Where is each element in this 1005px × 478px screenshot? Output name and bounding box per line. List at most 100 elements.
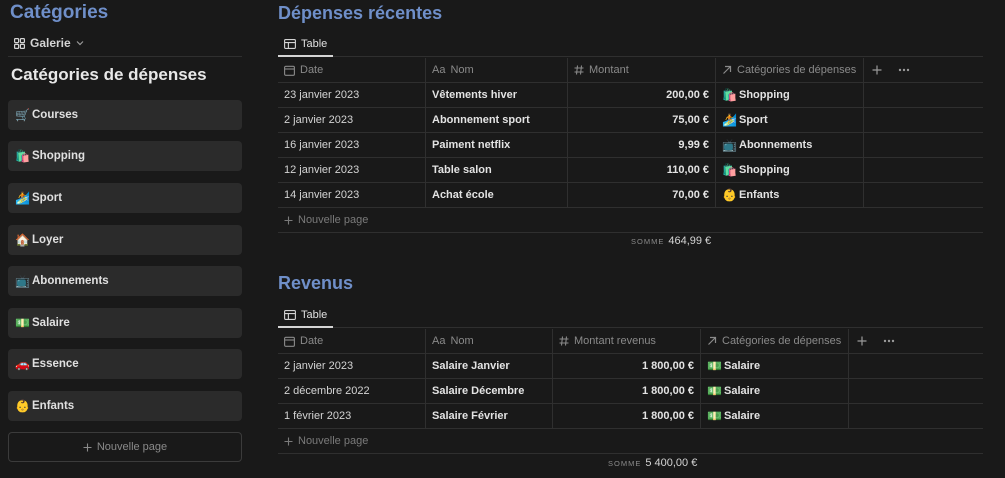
- expenses-view-tabs: Table: [278, 32, 983, 57]
- gallery-card-label: Sport: [32, 192, 63, 204]
- column-header-label: Catégories de dépenses: [737, 64, 857, 76]
- name-cell: Salaire Janvier: [426, 354, 553, 378]
- income-view-tabs: Table: [278, 303, 983, 328]
- gallery-card-salaire[interactable]: 💵 Salaire: [8, 308, 242, 338]
- table-row[interactable]: 2 décembre 2022 Salaire Décembre 1 800,0…: [278, 379, 983, 404]
- column-header-label: Catégories de dépenses: [722, 335, 842, 347]
- gallery-heading: Catégories de dépenses: [11, 65, 207, 84]
- category-cell: 🛍️ Shopping: [716, 158, 864, 182]
- column-header-label: Montant revenus: [574, 335, 656, 347]
- empty-cell: [849, 404, 983, 428]
- gallery-card-essence[interactable]: 🚗 Essence: [8, 349, 242, 379]
- more-options-icon[interactable]: [898, 68, 910, 72]
- column-header-category[interactable]: Catégories de dépenses: [701, 329, 849, 353]
- tab-label: Table: [301, 309, 328, 321]
- gallery-card-label: Shopping: [32, 150, 86, 162]
- empty-cell: [864, 83, 983, 107]
- gallery-card-enfants[interactable]: 👶 Enfants: [8, 391, 242, 421]
- add-property-button[interactable]: [857, 336, 867, 346]
- category-cell: 💵 Salaire: [701, 404, 849, 428]
- table-row[interactable]: 23 janvier 2023 Vêtements hiver 200,00 €…: [278, 83, 983, 108]
- new-page-row[interactable]: Nouvelle page: [278, 429, 983, 454]
- gallery-card-loyer[interactable]: 🏠 Loyer: [8, 225, 242, 255]
- empty-cell: [864, 133, 983, 157]
- column-header-amount[interactable]: Montant: [568, 58, 716, 82]
- column-header-label: Montant: [589, 64, 629, 76]
- shopping-bags-icon: 🛍️: [15, 149, 30, 163]
- gallery-card-shopping[interactable]: 🛍️ Shopping: [8, 141, 242, 171]
- sum-value: 5 400,00 €: [645, 457, 698, 469]
- tab-table[interactable]: Table: [278, 32, 334, 57]
- sum-label: SOMME: [608, 459, 642, 468]
- income-title: Revenus: [278, 273, 354, 293]
- column-header-date[interactable]: Date: [278, 58, 426, 82]
- new-page-button[interactable]: Nouvelle page: [8, 432, 242, 462]
- gallery-card-sport[interactable]: 🏄 Sport: [8, 183, 242, 213]
- gallery-card-courses[interactable]: 🛒 Courses: [8, 100, 242, 130]
- gallery-card-abonnements[interactable]: 📺 Abonnements: [8, 266, 242, 296]
- date-cell: 14 janvier 2023: [278, 183, 426, 207]
- amount-cell: 1 800,00 €: [553, 379, 701, 403]
- text-property-icon: Aa: [432, 335, 446, 347]
- gallery-card-label: Enfants: [32, 400, 75, 412]
- text-property-icon: Aa: [432, 64, 446, 76]
- more-options-icon[interactable]: [883, 339, 895, 343]
- expenses-title: Dépenses récentes: [278, 3, 443, 23]
- date-cell: 2 janvier 2023: [278, 354, 426, 378]
- amount-cell: 1 800,00 €: [553, 354, 701, 378]
- table-icon: [284, 39, 296, 49]
- new-page-label: Nouvelle page: [298, 435, 369, 447]
- table-row[interactable]: 14 janvier 2023 Achat école 70,00 € 👶 Enf…: [278, 183, 983, 208]
- calendar-icon: [284, 336, 295, 347]
- surfer-icon: 🏄: [15, 191, 30, 205]
- new-page-row[interactable]: Nouvelle page: [278, 208, 983, 233]
- shopping-bags-icon: 🛍️: [722, 163, 737, 177]
- date-cell: 16 janvier 2023: [278, 133, 426, 157]
- column-header-name[interactable]: Aa Nom: [426, 58, 568, 82]
- column-header-date[interactable]: Date: [278, 329, 426, 353]
- table-row[interactable]: 2 janvier 2023 Salaire Janvier 1 800,00 …: [278, 354, 983, 379]
- tab-table[interactable]: Table: [278, 303, 334, 328]
- divider: [8, 56, 242, 57]
- sum-label: SOMME: [631, 237, 665, 246]
- category-link[interactable]: Enfants: [739, 189, 779, 201]
- banknote-icon: 💵: [707, 384, 722, 398]
- chevron-down-icon: [76, 40, 84, 46]
- name-cell: Salaire Décembre: [426, 379, 553, 403]
- income-table: Date Aa Nom Montant revenus Catégories d…: [278, 329, 983, 454]
- category-link[interactable]: Salaire: [724, 385, 760, 397]
- gallery-icon: [14, 37, 25, 49]
- categories-title: Catégories: [10, 2, 109, 23]
- category-link[interactable]: Salaire: [724, 410, 760, 422]
- view-switch-label: Galerie: [30, 36, 71, 50]
- table-row[interactable]: 2 janvier 2023 Abonnement sport 75,00 € …: [278, 108, 983, 133]
- amount-cell: 1 800,00 €: [553, 404, 701, 428]
- category-link[interactable]: Shopping: [739, 89, 790, 101]
- table-row[interactable]: 12 janvier 2023 Table salon 110,00 € 🛍️ S…: [278, 158, 983, 183]
- column-header-category[interactable]: Catégories de dépenses: [716, 58, 864, 82]
- column-header-name[interactable]: Aa Nom: [426, 329, 553, 353]
- gallery-view-switch[interactable]: Galerie: [14, 34, 84, 52]
- table-row[interactable]: 16 janvier 2023 Paiment netflix 9,99 € 📺…: [278, 133, 983, 158]
- header-actions: [864, 58, 983, 82]
- add-property-button[interactable]: [872, 65, 882, 75]
- category-link[interactable]: Shopping: [739, 164, 790, 176]
- television-icon: 📺: [15, 274, 30, 288]
- calendar-icon: [284, 65, 295, 76]
- income-sum[interactable]: SOMME 5 400,00 €: [608, 457, 697, 469]
- category-link[interactable]: Sport: [739, 114, 768, 126]
- table-row[interactable]: 1 février 2023 Salaire Février 1 800,00 …: [278, 404, 983, 429]
- category-link[interactable]: Salaire: [724, 360, 760, 372]
- date-cell: 2 janvier 2023: [278, 108, 426, 132]
- column-header-label: Date: [300, 64, 324, 76]
- column-header-amount[interactable]: Montant revenus: [553, 329, 701, 353]
- gallery-card-label: Essence: [32, 358, 79, 370]
- hash-icon: [559, 336, 569, 346]
- sum-value: 464,99 €: [668, 235, 712, 247]
- category-link[interactable]: Abonnements: [739, 139, 812, 151]
- category-cell: 💵 Salaire: [701, 354, 849, 378]
- expenses-sum[interactable]: SOMME 464,99 €: [631, 235, 711, 247]
- date-cell: 1 février 2023: [278, 404, 426, 428]
- empty-cell: [864, 183, 983, 207]
- amount-cell: 200,00 €: [568, 83, 716, 107]
